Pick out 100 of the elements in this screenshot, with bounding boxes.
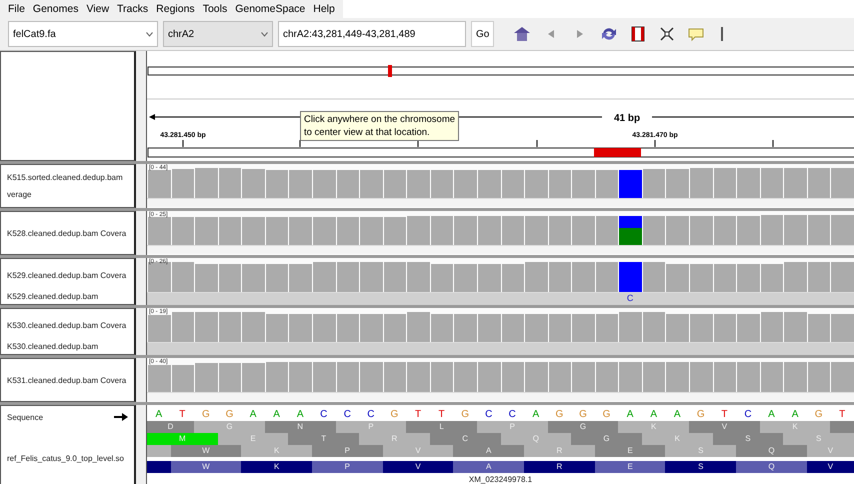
amino-acid: P — [312, 461, 383, 473]
amino-acid: E — [218, 433, 288, 445]
region-marker — [388, 65, 392, 77]
menu-item[interactable]: View — [82, 3, 114, 15]
track-name[interactable]: K530.cleaned.dedup.bam Covera — [1, 320, 134, 330]
track-name[interactable]: K528.cleaned.dedup.bam Covera — [1, 228, 134, 238]
track-name[interactable]: ref_Felis_catus_9.0_top_level.so — [1, 454, 134, 463]
amino-acid: V — [689, 421, 760, 433]
separator-icon — [721, 27, 724, 41]
track-name[interactable]: Sequence — [7, 412, 44, 422]
amino-acid: V — [382, 445, 454, 457]
tooltip: Click anywhere on the chromosome to center view at that location. — [300, 111, 460, 141]
menu-item[interactable]: Help — [309, 3, 339, 15]
chromosome-dropdown[interactable]: chrA2 — [163, 21, 273, 47]
base-letter: G — [814, 409, 824, 421]
amino-acid: R — [524, 445, 595, 457]
amino-acid: K — [618, 421, 690, 433]
track-name[interactable]: verage — [1, 190, 134, 199]
base-letter: T — [838, 409, 846, 421]
base-letter: A — [154, 409, 164, 421]
amino-acid: L — [406, 421, 477, 433]
resize-icon[interactable] — [658, 25, 676, 43]
amino-acid: K — [760, 421, 830, 433]
base-letter: T — [414, 409, 422, 421]
amino-acid: M — [147, 433, 218, 445]
track-name[interactable]: K531.cleaned.dedup.bam Covera — [1, 376, 134, 384]
base-letter: C — [743, 409, 753, 421]
amino-acid: Q — [736, 461, 807, 473]
locus-field[interactable]: chrA2:43,281,449-43,281,489 — [278, 21, 466, 47]
base-letter: G — [224, 409, 234, 421]
base-letter: C — [342, 409, 352, 421]
amino-acid: G — [571, 433, 642, 445]
amino-acid: W — [170, 461, 242, 473]
base-letter: A — [532, 409, 540, 421]
amino-acid: V — [806, 445, 854, 457]
amino-acid: A — [453, 461, 524, 473]
track-name[interactable]: K529.cleaned.dedup.bam Covera — [1, 270, 134, 280]
chromosome-ideogram[interactable] — [148, 66, 854, 76]
base-letter: A — [767, 409, 776, 421]
amino-acid: A — [453, 445, 524, 457]
base-letter: G — [201, 409, 211, 421]
base-letter: C — [508, 409, 517, 421]
base-letter: A — [790, 409, 800, 421]
go-button[interactable]: Go — [471, 21, 494, 47]
amino-acid: V — [806, 461, 854, 473]
amino-acid: K — [642, 433, 713, 445]
base-letter: A — [672, 409, 682, 421]
chevron-icon — [146, 32, 153, 36]
amino-acid: W — [170, 445, 242, 457]
amino-acid: E — [594, 445, 666, 457]
amino-acid: K — [241, 461, 312, 473]
base-letter: G — [460, 409, 470, 421]
strand-arrow-icon[interactable] — [114, 413, 128, 421]
base-letter: G — [578, 409, 588, 421]
menu-item[interactable]: GenomeSpace — [231, 3, 310, 15]
amino-acid: P — [312, 445, 383, 457]
codon-block — [830, 421, 854, 433]
base-letter: G — [554, 409, 564, 421]
amino-acid: N — [264, 421, 336, 433]
amino-acid: T — [288, 433, 360, 445]
menu-item[interactable]: Genomes — [28, 3, 82, 15]
track-name[interactable]: K529.cleaned.dedup.bam — [1, 291, 134, 303]
amino-acid: V — [382, 461, 454, 473]
amino-acid: R — [359, 433, 430, 445]
base-letter: G — [602, 409, 612, 421]
base-letter: G — [696, 409, 706, 421]
amino-acid: P — [336, 421, 406, 433]
amino-acid: R — [524, 461, 595, 473]
amino-acid: D — [147, 421, 194, 433]
amino-acid: S — [665, 461, 736, 473]
codon-block — [147, 445, 171, 457]
amino-acid: S — [712, 433, 784, 445]
amino-acid: S — [783, 433, 854, 445]
home-icon[interactable] — [513, 25, 532, 43]
allele-label: C — [626, 293, 634, 305]
transcript-label: XM_023249978.1 — [468, 474, 534, 484]
base-letter: A — [296, 409, 304, 421]
amino-acid: Q — [736, 445, 807, 457]
base-letter: G — [390, 409, 400, 421]
track-name[interactable]: K515.sorted.cleaned.dedup.bam — [1, 173, 134, 182]
base-letter: T — [178, 409, 186, 421]
base-letter: A — [649, 409, 658, 421]
menu-item[interactable]: Tracks — [113, 3, 152, 15]
amino-acid: K — [241, 445, 312, 457]
base-letter: C — [366, 409, 376, 421]
menu-item[interactable]: Regions — [152, 3, 199, 15]
span-label: 41 bp — [614, 113, 640, 124]
chevron-icon — [261, 32, 268, 36]
base-letter: T — [720, 409, 728, 421]
menu-item[interactable]: Tools — [198, 3, 232, 15]
base-letter: C — [319, 409, 328, 421]
genome-dropdown[interactable]: felCat9.fa — [8, 21, 158, 47]
region-icon[interactable] — [629, 25, 648, 43]
base-letter: C — [484, 409, 494, 421]
track-name[interactable]: K530.cleaned.dedup.bam — [1, 341, 134, 353]
menu-item[interactable]: File — [4, 3, 29, 15]
amino-acid: E — [594, 461, 666, 473]
base-letter: A — [248, 409, 258, 421]
amino-acid: S — [665, 445, 736, 457]
amino-acid: G — [194, 421, 265, 433]
